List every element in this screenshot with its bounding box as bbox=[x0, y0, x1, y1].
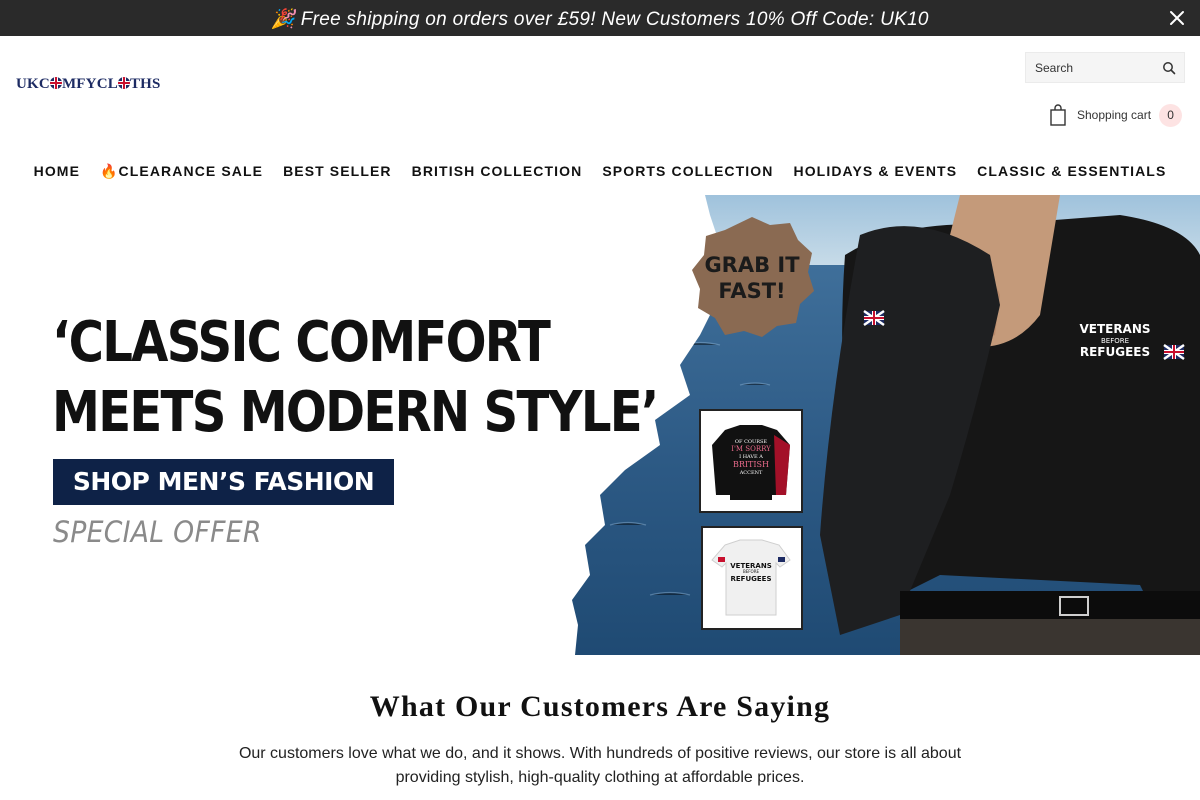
hero-headline-line2: MEETS MODERN STYLE’ bbox=[52, 380, 659, 445]
sweater-print-line2: I'M SORRY bbox=[731, 445, 771, 453]
main-navigation: HOME 🔥CLEARANCE SALE BEST SELLER BRITISH… bbox=[0, 160, 1200, 184]
nav-item-classic-essentials[interactable]: CLASSIC & ESSENTIALS bbox=[967, 160, 1176, 184]
nav-item-holidays-events[interactable]: HOLIDAYS & EVENTS bbox=[783, 160, 967, 184]
announcement-bar: 🎉 Free shipping on orders over £59! New … bbox=[0, 0, 1200, 36]
shopping-cart-link[interactable]: Shopping cart 0 bbox=[1048, 103, 1183, 127]
site-logo[interactable]: UKC MFYCL THS bbox=[16, 76, 161, 93]
search-input[interactable] bbox=[1026, 53, 1156, 82]
sweater-print-line4: BRITISH bbox=[733, 460, 769, 469]
close-icon[interactable] bbox=[1168, 9, 1186, 27]
union-flag-icon bbox=[863, 309, 885, 327]
tshirt-print-line3: REFUGEES bbox=[731, 575, 772, 583]
nav-item-clearance-sale[interactable]: 🔥CLEARANCE SALE bbox=[90, 160, 273, 184]
nav-item-home[interactable]: HOME bbox=[24, 160, 90, 184]
union-flag-icon bbox=[1163, 343, 1185, 361]
special-offer-label: SPECIAL OFFER bbox=[53, 515, 262, 549]
shirt-print-line1: VETERANS bbox=[1079, 322, 1150, 336]
nav-item-sports-collection[interactable]: SPORTS COLLECTION bbox=[592, 160, 783, 184]
nav-item-british-collection[interactable]: BRITISH COLLECTION bbox=[402, 160, 593, 184]
hero-banner[interactable]: VETERANS BEFORE REFUGEES GRAB IT FAST! O… bbox=[0, 195, 1200, 655]
search-icon[interactable] bbox=[1162, 61, 1176, 75]
badge-line1: GRAB IT bbox=[704, 253, 800, 277]
shirt-print-line3: REFUGEES bbox=[1080, 345, 1150, 359]
search-box bbox=[1025, 52, 1185, 83]
shirt-print-line2: BEFORE bbox=[1101, 337, 1129, 345]
logo-text: UKC MFYCL THS bbox=[16, 76, 161, 92]
hero-headline-line1: ‘CLASSIC COMFORT bbox=[52, 310, 551, 375]
badge-line2: FAST! bbox=[718, 279, 785, 303]
hero-headline: ‘CLASSIC COMFORT MEETS MODERN STYLE’ bbox=[52, 308, 659, 448]
testimonials-title: What Our Customers Are Saying bbox=[369, 690, 831, 723]
nav-item-best-seller[interactable]: BEST SELLER bbox=[273, 160, 402, 184]
cart-label: Shopping cart bbox=[1077, 108, 1152, 122]
product-thumbnail-sweatshirt[interactable]: OF COURSE I'M SORRY I HAVE A BRITISH ACC… bbox=[699, 409, 803, 513]
announcement-text: 🎉 Free shipping on orders over £59! New … bbox=[271, 9, 929, 30]
testimonials-intro-text: Our customers love what we do, and it sh… bbox=[238, 745, 962, 786]
tshirt-print-line2: BEFORE bbox=[743, 569, 760, 574]
cart-count-badge: 0 bbox=[1159, 103, 1183, 127]
shopping-bag-icon bbox=[1050, 104, 1066, 126]
sweater-print-line5: ACCENT bbox=[739, 470, 763, 476]
product-thumbnail-tshirt[interactable]: VETERANS BEFORE REFUGEES bbox=[701, 526, 803, 630]
shop-mens-fashion-button[interactable]: SHOP MEN’S FASHION bbox=[53, 459, 394, 505]
